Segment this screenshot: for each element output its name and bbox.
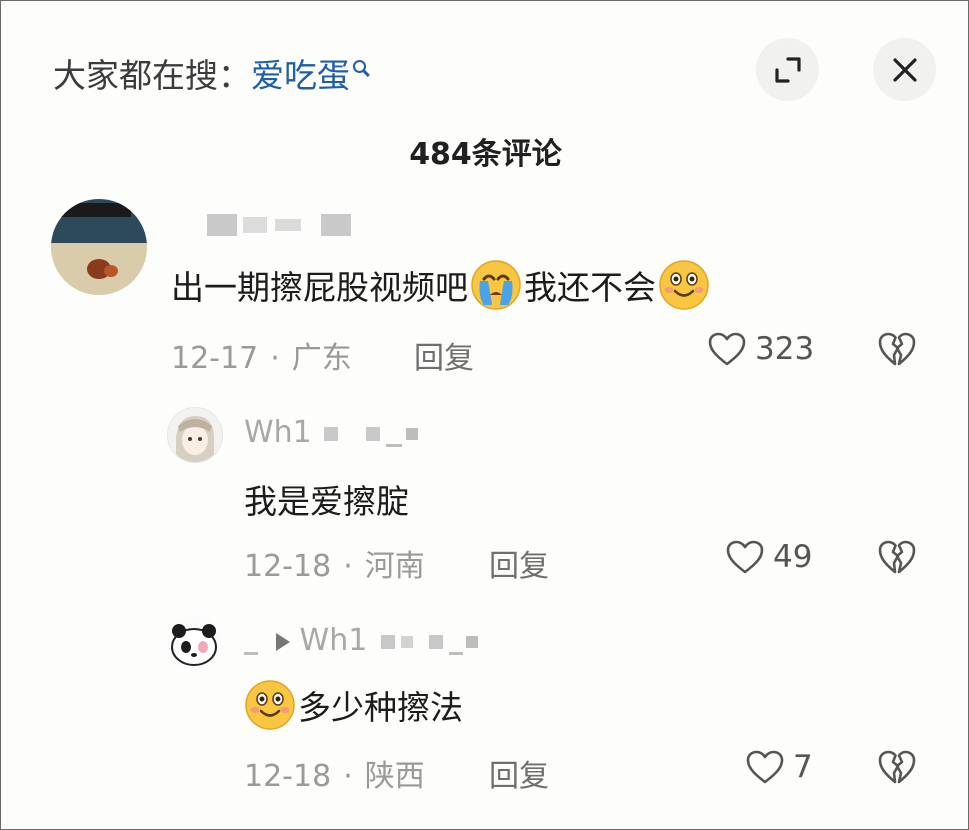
comment-location: 河南 xyxy=(364,549,425,584)
like-count: 49 xyxy=(773,539,813,575)
avatar[interactable] xyxy=(167,407,223,463)
heart-outline-icon xyxy=(708,332,746,366)
like-button[interactable]: 7 xyxy=(745,749,813,785)
comment-meta: 12-18 · 河南 xyxy=(244,549,425,584)
heart-outline-icon xyxy=(726,540,764,574)
search-icon xyxy=(353,60,366,73)
redacted-name xyxy=(323,426,338,441)
comment-meta: 12-17 · 广东 xyxy=(171,341,352,376)
expand-button[interactable] xyxy=(756,38,819,101)
comment-username[interactable] xyxy=(171,206,351,241)
like-count: 7 xyxy=(793,749,813,785)
close-button[interactable] xyxy=(873,38,936,101)
dislike-button[interactable] xyxy=(877,539,917,579)
expand-icon xyxy=(774,56,801,83)
reply-button[interactable]: 回复 xyxy=(489,541,549,585)
redacted-name xyxy=(207,213,237,236)
like-count: 323 xyxy=(755,331,815,367)
comments-panel: 大家都在搜：爱吃蛋 484条评论 出一期擦屁股视频吧 我还不会 12-17 · … xyxy=(0,0,969,830)
smiling-face-emoji xyxy=(659,260,709,310)
like-button[interactable]: 49 xyxy=(725,539,812,575)
avatar[interactable] xyxy=(51,199,147,295)
comment-text: 多少种擦法 xyxy=(244,679,463,731)
heart-outline-icon xyxy=(746,750,784,784)
dislike-button[interactable] xyxy=(877,331,917,371)
comment-date: 12-17 xyxy=(171,341,259,376)
comment-date: 12-18 xyxy=(244,549,332,584)
reply-button[interactable]: 回复 xyxy=(414,333,474,377)
reply-arrow-icon xyxy=(275,632,290,651)
hot-search-bar[interactable]: 大家都在搜：爱吃蛋 xyxy=(53,49,366,97)
hot-search-label: 大家都在搜： xyxy=(53,56,251,95)
redacted-name xyxy=(381,634,396,649)
crying-face-emoji xyxy=(471,260,521,310)
hot-search-keyword[interactable]: 爱吃蛋 xyxy=(251,56,350,95)
dislike-button[interactable] xyxy=(877,749,917,789)
comment-meta: 12-18 · 陕西 xyxy=(244,759,425,794)
broken-heart-icon xyxy=(878,332,916,366)
comment-username[interactable]: Wh1 xyxy=(244,415,418,450)
broken-heart-icon xyxy=(878,540,916,574)
comment-location: 广东 xyxy=(291,341,352,376)
broken-heart-icon xyxy=(878,750,916,784)
comment-username[interactable]: Wh1 xyxy=(244,623,479,658)
reply-button[interactable]: 回复 xyxy=(489,751,549,795)
comment-location: 陕西 xyxy=(364,759,425,794)
comment-text: 出一期擦屁股视频吧 我还不会 xyxy=(171,259,712,311)
like-button[interactable]: 323 xyxy=(707,331,814,367)
comment-text: 我是爱擦腚 xyxy=(244,482,409,521)
comment-date: 12-18 xyxy=(244,759,332,794)
comment-count-title: 484条评论 xyxy=(409,137,562,172)
smiling-face-emoji xyxy=(245,680,295,730)
close-icon xyxy=(892,57,917,82)
avatar[interactable] xyxy=(167,615,221,669)
